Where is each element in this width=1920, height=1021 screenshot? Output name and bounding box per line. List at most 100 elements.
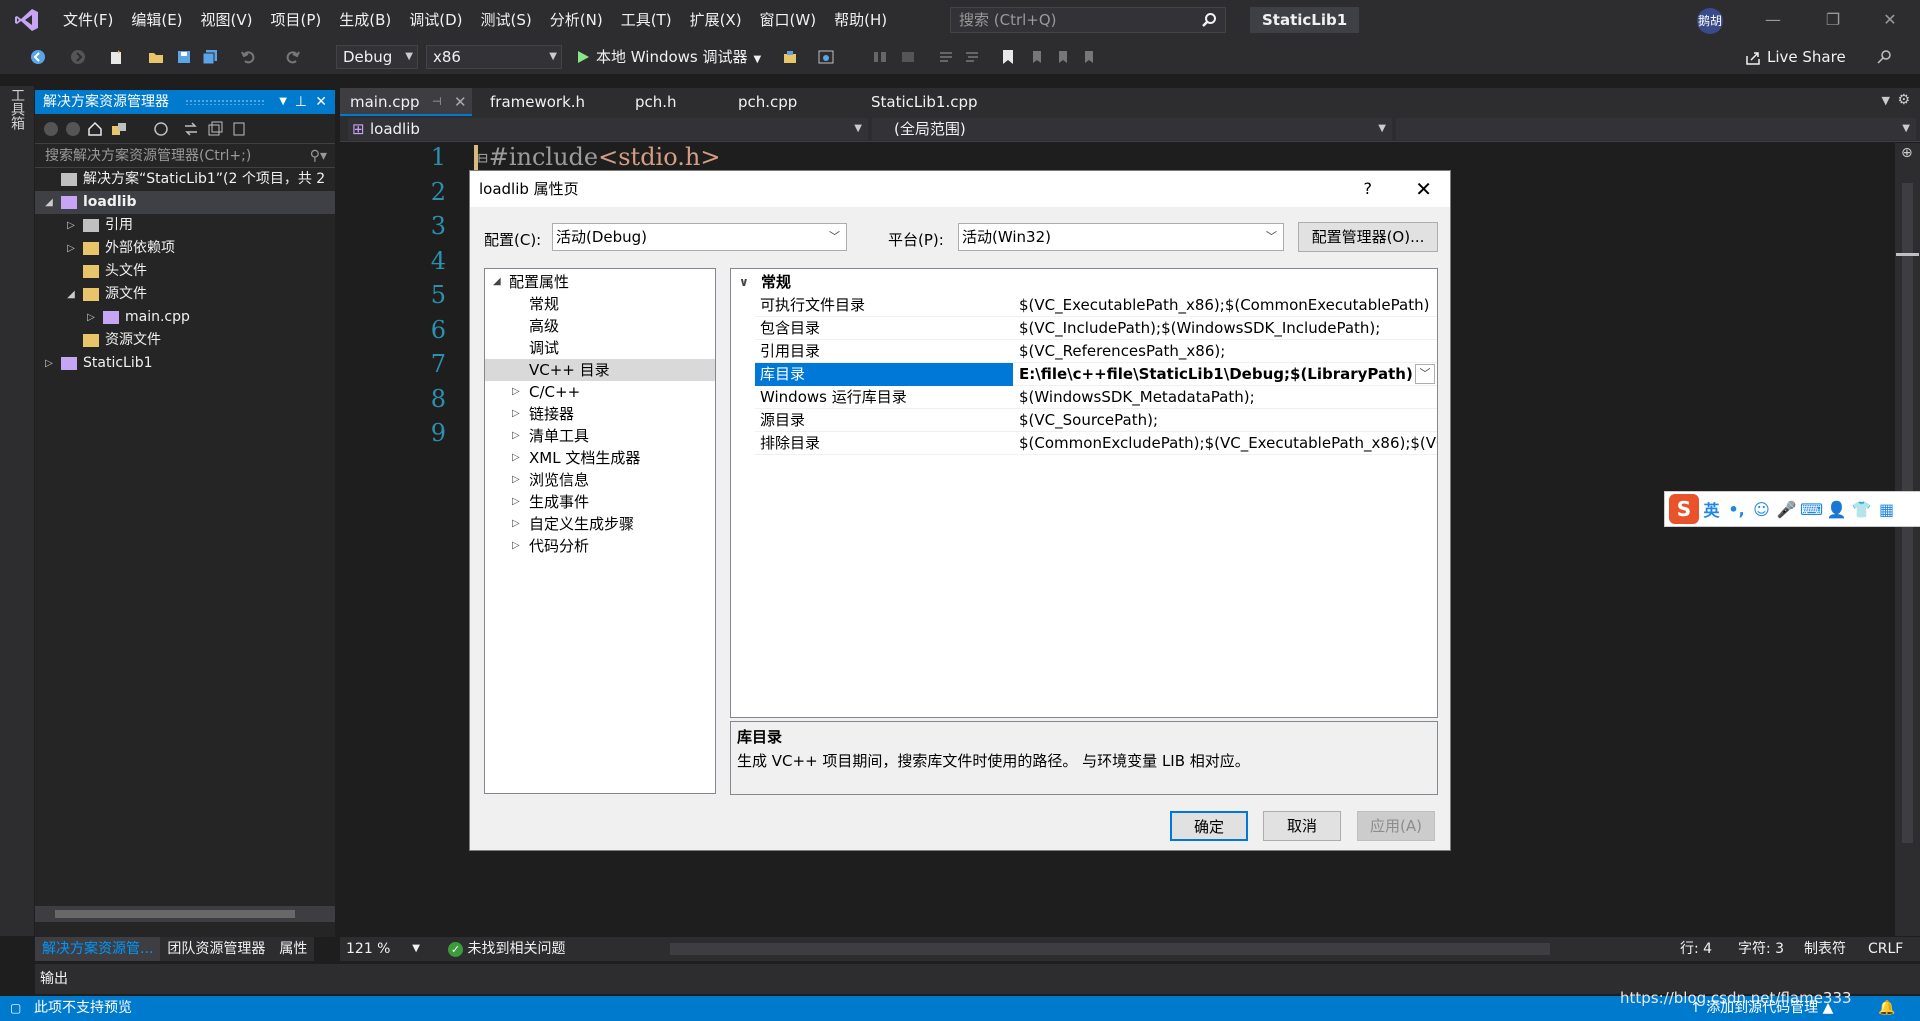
configuration-select[interactable]: 活动(Debug) ﹀ <box>552 223 847 251</box>
tree-item[interactable]: ▷ 外部依赖项 <box>35 237 335 260</box>
menu-view[interactable]: 视图(V) <box>192 0 262 40</box>
expand-toggle-icon[interactable]: ▷ <box>512 381 520 403</box>
property-value[interactable]: $(WindowsSDK_MetadataPath); <box>1019 386 1437 409</box>
expand-toggle-icon[interactable]: ▷ <box>85 306 97 329</box>
forward-icon[interactable] <box>65 121 81 137</box>
menu-help[interactable]: 帮助(H) <box>825 0 896 40</box>
prev-bookmark-icon[interactable] <box>1028 49 1044 65</box>
property-row[interactable]: 引用目录 $(VC_ReferencesPath_x86); <box>755 340 1437 363</box>
property-value[interactable]: E:\file\c++file\StaticLib1\Debug;$(Libra… <box>1019 363 1437 386</box>
ime-language-toggle[interactable]: 英 <box>1699 497 1724 521</box>
cancel-button[interactable]: 取消 <box>1263 811 1341 841</box>
toolbox-grid-icon[interactable]: ▦ <box>1874 500 1899 519</box>
menu-debug[interactable]: 调试(D) <box>400 0 471 40</box>
help-button[interactable]: ? <box>1364 171 1373 207</box>
expand-toggle-icon[interactable]: ▷ <box>512 535 520 557</box>
solution-search-input[interactable]: 搜索解决方案资源管理器(Ctrl+;) ⚲▾ <box>35 144 335 168</box>
sogou-logo-icon[interactable]: S <box>1669 494 1699 524</box>
microphone-icon[interactable]: 🎤 <box>1774 500 1799 519</box>
value-dropdown-button[interactable]: ﹀ <box>1415 364 1435 384</box>
punctuation-icon[interactable]: •, <box>1724 500 1749 519</box>
visual-studio-logo-icon[interactable] <box>0 0 54 40</box>
apply-button[interactable]: 应用(A) <box>1357 811 1435 841</box>
save-icon[interactable] <box>176 49 192 65</box>
property-row[interactable]: 库目录 E:\file\c++file\StaticLib1\Debug;$(Li… <box>755 363 1437 386</box>
zoom-dropdown[interactable]: 121 % ▼ <box>346 937 424 961</box>
line-indicator[interactable]: 行: 4 <box>1680 937 1712 961</box>
close-icon[interactable]: ✕ <box>1862 0 1918 40</box>
line-ending-indicator[interactable]: CRLF <box>1868 937 1903 961</box>
collapse-all-icon[interactable] <box>207 121 223 137</box>
switch-views-icon[interactable] <box>111 121 127 137</box>
live-share-button[interactable]: Live Share <box>1745 45 1846 69</box>
clear-bookmarks-icon[interactable] <box>1080 49 1096 65</box>
tab-main-cpp[interactable]: main.cpp ⊣ ✕ <box>340 88 472 116</box>
property-tree-item[interactable]: ◢ 配置属性 <box>485 271 715 293</box>
tree-item[interactable]: ▷ 引用 <box>35 214 335 237</box>
vertical-scrollbar[interactable]: ⊕ <box>1895 143 1920 936</box>
tab-pch-h[interactable]: pch.h <box>625 88 687 116</box>
close-icon[interactable]: ✕ <box>1415 171 1432 207</box>
property-tree-item[interactable]: VC++ 目录 <box>485 359 715 381</box>
back-icon[interactable] <box>30 49 46 65</box>
forward-icon[interactable] <box>70 49 86 65</box>
comment-icon[interactable] <box>938 49 954 65</box>
code-line[interactable]: ⊟#include<stdio.h> <box>477 143 720 171</box>
tab-properties[interactable]: 属性 <box>272 937 314 961</box>
column-indicator[interactable]: 字符: 3 <box>1738 937 1784 961</box>
pin-icon[interactable]: ⊥ <box>295 90 307 114</box>
tab-framework-h[interactable]: framework.h <box>480 88 595 116</box>
expand-toggle-icon[interactable]: ▷ <box>512 425 520 447</box>
expand-toggle-icon[interactable]: ◢ <box>65 283 77 306</box>
property-row[interactable]: 排除目录 $(CommonExcludePath);$(VC_Executable… <box>755 432 1437 455</box>
configuration-manager-button[interactable]: 配置管理器(O)... <box>1298 222 1438 252</box>
property-tree-item[interactable]: ▷ C/C++ <box>485 381 715 403</box>
property-tree-item[interactable]: ▷ 自定义生成步骤 <box>485 513 715 535</box>
redo-icon[interactable] <box>285 49 301 65</box>
close-icon[interactable]: ✕ <box>315 90 327 114</box>
feedback-icon[interactable] <box>1876 49 1892 65</box>
menu-analyze[interactable]: 分析(N) <box>541 0 612 40</box>
next-bookmark-icon[interactable] <box>1054 49 1070 65</box>
chevron-down-icon[interactable]: ∨ <box>739 271 749 294</box>
tab-mode-indicator[interactable]: 制表符 <box>1804 937 1846 961</box>
menu-extensions[interactable]: 扩展(X) <box>681 0 751 40</box>
property-value[interactable]: $(CommonExcludePath);$(VC_ExecutablePath… <box>1019 432 1437 455</box>
property-tree-item[interactable]: ▷ 浏览信息 <box>485 469 715 491</box>
sync-icon[interactable] <box>183 121 199 137</box>
property-tree-item[interactable]: 高级 <box>485 315 715 337</box>
tree-item[interactable]: ◢ 源文件 <box>35 283 335 306</box>
open-folder-icon[interactable] <box>148 49 164 65</box>
avatar[interactable]: 鹅胡 <box>1697 8 1723 34</box>
collapse-icon[interactable]: ⊟ <box>477 151 489 167</box>
step-over-icon[interactable] <box>900 49 916 65</box>
tree-item[interactable]: 头文件 <box>35 260 335 283</box>
menu-project[interactable]: 项目(P) <box>262 0 331 40</box>
home-icon[interactable] <box>87 121 103 137</box>
menu-window[interactable]: 窗口(W) <box>751 0 826 40</box>
menu-test[interactable]: 测试(S) <box>472 0 541 40</box>
step-icon[interactable] <box>872 49 888 65</box>
property-tree-item[interactable]: ▷ 生成事件 <box>485 491 715 513</box>
expand-toggle-icon[interactable]: ◢ <box>493 271 501 293</box>
expand-toggle-icon[interactable]: ▷ <box>43 352 55 375</box>
start-debugging-button[interactable]: 本地 Windows 调试器 ▼ <box>574 45 761 69</box>
expand-toggle-icon[interactable]: ▷ <box>512 403 520 425</box>
property-tree-item[interactable]: 常规 <box>485 293 715 315</box>
search-input[interactable]: 搜索 (Ctrl+Q) <box>950 7 1226 33</box>
minimize-icon[interactable]: — <box>1745 0 1801 40</box>
notifications-bell-icon[interactable]: 🔔 <box>1878 996 1895 1021</box>
menu-file[interactable]: 文件(F) <box>54 0 122 40</box>
tree-item[interactable]: ▷ StaticLib1 <box>35 352 335 375</box>
property-value[interactable]: $(VC_ReferencesPath_x86); <box>1019 340 1437 363</box>
gear-icon[interactable]: ⚙ <box>1897 92 1910 108</box>
show-all-files-icon[interactable] <box>231 121 247 137</box>
emoji-icon[interactable]: ☺ <box>1749 500 1774 519</box>
pin-icon[interactable]: ⊣ <box>432 88 442 116</box>
property-row[interactable]: 包含目录 $(VC_IncludePath);$(WindowsSDK_Inclu… <box>755 317 1437 340</box>
toolbox-side-tab[interactable]: 工具箱 <box>0 86 34 936</box>
drag-grip[interactable] <box>185 99 265 105</box>
platform-dropdown[interactable]: x86 ▼ <box>426 45 562 69</box>
property-value[interactable]: $(VC_IncludePath);$(WindowsSDK_IncludePa… <box>1019 317 1437 340</box>
tab-staticlib1-cpp[interactable]: StaticLib1.cpp <box>861 88 988 116</box>
